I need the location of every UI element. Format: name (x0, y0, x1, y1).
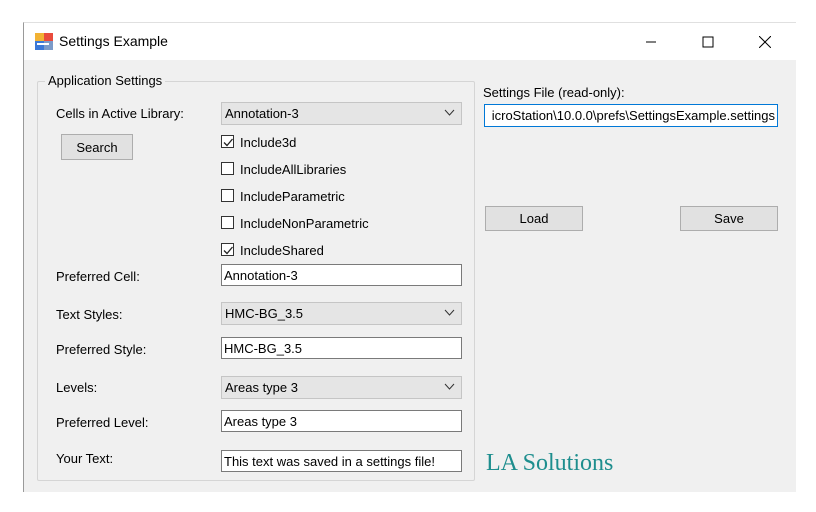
cells-combo[interactable]: Annotation-3 (221, 102, 462, 125)
settings-file-label: Settings File (read-only): (483, 85, 625, 100)
checkbox-box (221, 216, 234, 229)
text-styles-combo-value: HMC-BG_3.5 (225, 306, 304, 321)
checkbox-box (221, 135, 234, 148)
checkbox-label: IncludeParametric (240, 189, 345, 204)
levels-label: Levels: (56, 380, 98, 395)
preferred-cell-value: Annotation-3 (224, 268, 298, 283)
preferred-cell-label: Preferred Cell: (56, 269, 140, 284)
preferred-level-label: Preferred Level: (56, 415, 149, 430)
checkbox-box (221, 189, 234, 202)
la-solutions-logo: LA Solutions (486, 450, 614, 476)
checkbox-box (221, 243, 234, 256)
maximize-icon (702, 36, 714, 47)
minimize-icon (646, 41, 656, 42)
title-bar[interactable]: Settings Example (24, 23, 797, 60)
checkbox-label: IncludeAllLibraries (240, 162, 347, 177)
search-button[interactable]: Search (61, 134, 133, 160)
checkbox-label: IncludeShared (240, 243, 324, 258)
save-button[interactable]: Save (680, 206, 778, 231)
group-legend: Application Settings (45, 73, 166, 88)
checkbox-box (221, 162, 234, 175)
maximize-button[interactable] (685, 23, 731, 60)
chevron-down-icon (444, 109, 455, 116)
settings-window: Settings Example Application Settings Ce… (23, 22, 797, 492)
chevron-down-icon (444, 383, 455, 390)
close-icon (759, 35, 771, 48)
minimize-button[interactable] (628, 23, 674, 60)
checkmark-icon (223, 138, 233, 147)
your-text-field[interactable]: This text was saved in a settings file! (221, 450, 462, 472)
levels-combo-value: Areas type 3 (225, 380, 298, 395)
close-button[interactable] (742, 23, 788, 60)
preferred-style-value: HMC-BG_3.5 (224, 341, 303, 356)
text-styles-combo[interactable]: HMC-BG_3.5 (221, 302, 462, 325)
preferred-style-field[interactable]: HMC-BG_3.5 (221, 337, 462, 359)
settings-file-value: icroStation\10.0.0\prefs\SettingsExample… (491, 108, 775, 123)
app-icon (35, 33, 53, 50)
preferred-style-label: Preferred Style: (56, 342, 147, 357)
window-title: Settings Example (59, 33, 168, 49)
cells-label: Cells in Active Library: (56, 106, 184, 121)
your-text-value: This text was saved in a settings file! (224, 454, 435, 469)
settings-file-field[interactable]: icroStation\10.0.0\prefs\SettingsExample… (484, 104, 778, 127)
chevron-down-icon (444, 309, 455, 316)
text-styles-label: Text Styles: (56, 307, 123, 322)
levels-combo[interactable]: Areas type 3 (221, 376, 462, 399)
preferred-level-field[interactable]: Areas type 3 (221, 410, 462, 432)
preferred-cell-field[interactable]: Annotation-3 (221, 264, 462, 286)
load-button[interactable]: Load (485, 206, 583, 231)
checkmark-icon (223, 246, 233, 255)
checkbox-label: IncludeNonParametric (240, 216, 369, 231)
application-settings-group: Application Settings Cells in Active Lib… (37, 73, 475, 481)
checkbox-label: Include3d (240, 135, 297, 150)
preferred-level-value: Areas type 3 (224, 414, 297, 429)
cells-combo-value: Annotation-3 (225, 106, 299, 121)
your-text-label: Your Text: (56, 451, 114, 466)
